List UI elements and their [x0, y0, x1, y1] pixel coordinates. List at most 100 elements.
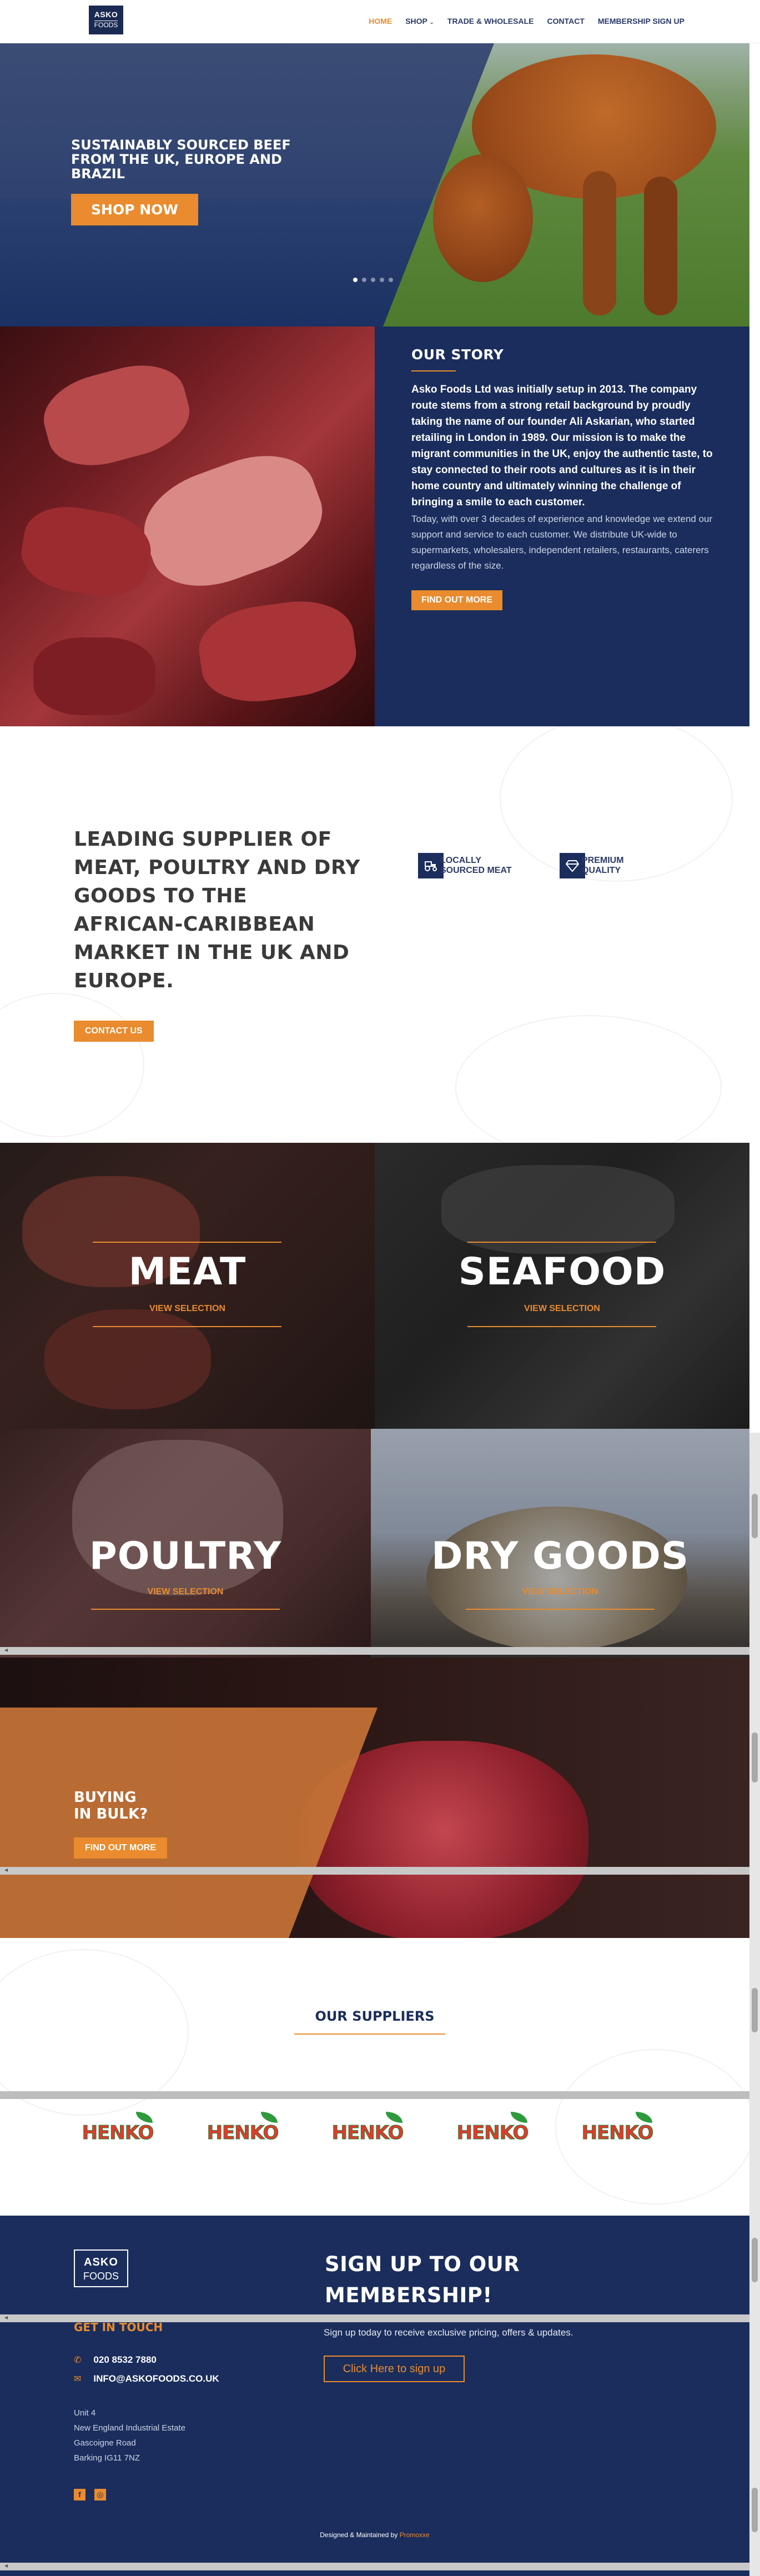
bulk-heading: BUYING IN BULK? [74, 1789, 185, 1822]
find-out-more-button[interactable]: FIND OUT MORE [411, 590, 502, 610]
supplier-name: HENKO [82, 2122, 154, 2145]
supplier-name: HENKO [331, 2122, 404, 2145]
logo-text-top: ASKO [84, 2256, 118, 2268]
shop-now-button[interactable]: SHOP NOW [71, 194, 198, 225]
logo-carousel-track[interactable] [0, 2091, 749, 2099]
category-title: POULTRY [89, 1534, 282, 1578]
membership-signup-title: SIGN UP TO OUR MEMBERSHIP! [325, 2252, 520, 2307]
site-footer: ASKO FOODS SIGN UP TO OUR MEMBERSHIP! GE… [0, 2216, 749, 2576]
buying-in-bulk-banner: BUYING IN BULK? FIND OUT MORE [0, 1658, 749, 1938]
horizontal-scrollbar[interactable] [0, 1646, 749, 1655]
vertical-scrollbar[interactable] [749, 1433, 760, 2576]
horizontal-scrollbar[interactable] [0, 2313, 749, 2322]
heading-divider [294, 2033, 445, 2035]
leaf-icon [136, 2112, 153, 2123]
view-selection-link[interactable]: VIEW SELECTION [0, 1304, 375, 1314]
hero-cow-image [383, 43, 749, 327]
feature-line1: PREMIUM [582, 856, 624, 865]
suppliers-heading: OUR SUPPLIERS [315, 2008, 435, 2024]
category-title: MEAT [128, 1250, 246, 1294]
nav-home[interactable]: HOME [369, 17, 392, 26]
phone-number: 020 8532 7880 [93, 2354, 157, 2365]
email-address: INFO@ASKOFOODS.CO.UK [93, 2373, 219, 2384]
main-nav: HOME SHOP ⌄ TRADE & WHOLESALE CONTACT ME… [369, 17, 684, 26]
slider-dot[interactable] [371, 278, 375, 282]
story-meat-image [0, 327, 375, 726]
site-logo[interactable]: ASKO FOODS [89, 6, 123, 34]
category-poultry[interactable]: POULTRY VIEW SELECTION [0, 1429, 371, 1658]
nav-contact[interactable]: CONTACT [547, 17, 584, 26]
get-in-touch-heading: GET IN TOUCH [74, 2321, 163, 2334]
heading-divider [411, 370, 456, 371]
chevron-down-icon: ⌄ [429, 19, 434, 26]
signup-description: Sign up today to receive exclusive prici… [324, 2327, 573, 2338]
address-line: New England Industrial Estate [74, 2423, 185, 2433]
feature-locally-sourced: LOCALLY SOURCED MEAT [418, 853, 512, 878]
site-credit: Designed & Maintained by Promoxxe [0, 2531, 749, 2539]
bulk-find-out-more-button[interactable]: FIND OUT MORE [74, 1837, 167, 1859]
supplier-logo-henko[interactable]: HENKO [576, 2112, 659, 2147]
leaf-icon [261, 2112, 278, 2123]
category-title: DRY GOODS [431, 1534, 689, 1578]
background-pattern [0, 1949, 189, 2116]
category-seafood[interactable]: SEAFOOD VIEW SELECTION [375, 1143, 749, 1429]
address-line: Gascoigne Road [74, 2438, 136, 2448]
supplier-logo-henko[interactable]: HENKO [326, 2112, 409, 2147]
our-story-heading: OUR STORY [411, 347, 504, 363]
leaf-icon [386, 2112, 402, 2123]
feature-line2: QUALITY [582, 866, 621, 875]
view-selection-link[interactable]: VIEW SELECTION [375, 1304, 749, 1314]
leaf-icon [511, 2112, 527, 2123]
hero-slider: SUSTAINABLY SOURCED BEEF FROM THE UK, EU… [0, 43, 749, 327]
our-story-panel: OUR STORY Asko Foods Ltd was initially s… [375, 327, 749, 726]
leading-supplier-heading: LEADING SUPPLIER OF MEAT, POULTRY AND DR… [74, 828, 360, 992]
address-block: Unit 4 New England Industrial Estate Gas… [74, 2406, 185, 2465]
supplier-logo-henko[interactable]: HENKO [451, 2112, 534, 2147]
contact-phone[interactable]: ✆ 020 8532 7880 [74, 2354, 157, 2366]
bulk-line1: BUYING [74, 1789, 137, 1806]
contact-us-button[interactable]: CONTACT US [74, 1021, 154, 1042]
credit-brand-link[interactable]: Promoxxe [400, 2531, 430, 2539]
nav-trade-wholesale[interactable]: TRADE & WHOLESALE [447, 17, 534, 26]
view-selection-link[interactable]: VIEW SELECTION [371, 1587, 749, 1597]
logo-text-bottom: FOODS [94, 21, 118, 29]
envelope-icon: ✉ [74, 2374, 82, 2384]
slider-dot[interactable] [362, 278, 366, 282]
category-meat[interactable]: MEAT VIEW SELECTION [0, 1143, 375, 1429]
phone-icon: ✆ [74, 2356, 82, 2365]
nav-shop[interactable]: SHOP ⌄ [405, 17, 434, 26]
supplier-logo-henko[interactable]: HENKO [76, 2112, 159, 2147]
our-story-lead: Asko Foods Ltd was initially setup in 20… [411, 384, 713, 508]
feature-premium-quality: PREMIUM QUALITY [560, 853, 624, 878]
slider-dot[interactable] [353, 278, 358, 282]
category-title: SEAFOOD [458, 1250, 666, 1294]
feature-line1: LOCALLY [440, 856, 482, 865]
nav-membership-signup[interactable]: MEMBERSHIP SIGN UP [598, 17, 684, 26]
facebook-icon[interactable]: f [74, 2489, 85, 2500]
signup-button[interactable]: Click Here to sign up [324, 2356, 465, 2382]
footer-logo[interactable]: ASKO FOODS [74, 2249, 128, 2287]
supplier-name: HENKO [207, 2122, 279, 2145]
address-line: Barking IG11 7NZ [74, 2453, 140, 2463]
category-dry-goods[interactable]: DRY GOODS VIEW SELECTION [371, 1429, 749, 1658]
leaf-icon [636, 2112, 652, 2123]
logo-text-top: ASKO [94, 10, 118, 19]
site-header: ASKO FOODS HOME SHOP ⌄ TRADE & WHOLESALE… [0, 0, 760, 43]
logo-text-bottom: FOODS [83, 2271, 119, 2282]
instagram-icon[interactable]: ◎ [94, 2489, 106, 2500]
credit-prefix: Designed & Maintained by [320, 2531, 400, 2539]
supplier-name: HENKO [581, 2122, 654, 2145]
suppliers-section: OUR SUPPLIERS HENKO HENKO HENKO HENKO HE… [0, 1938, 749, 2216]
feature-line2: SOURCED MEAT [440, 866, 512, 875]
horizontal-scrollbar[interactable] [0, 1866, 749, 1875]
our-story-body: Today, with over 3 decades of experience… [411, 514, 713, 571]
slider-dot[interactable] [389, 278, 393, 282]
slider-dot[interactable] [380, 278, 384, 282]
supplier-logo-henko[interactable]: HENKO [201, 2112, 284, 2147]
address-line: Unit 4 [74, 2408, 96, 2418]
horizontal-scrollbar[interactable] [0, 2562, 749, 2570]
nav-shop-label: SHOP [405, 17, 427, 26]
view-selection-link[interactable]: VIEW SELECTION [0, 1587, 371, 1597]
leading-supplier-section: LEADING SUPPLIER OF MEAT, POULTRY AND DR… [0, 726, 749, 1143]
contact-email[interactable]: ✉ INFO@ASKOFOODS.CO.UK [74, 2373, 219, 2384]
